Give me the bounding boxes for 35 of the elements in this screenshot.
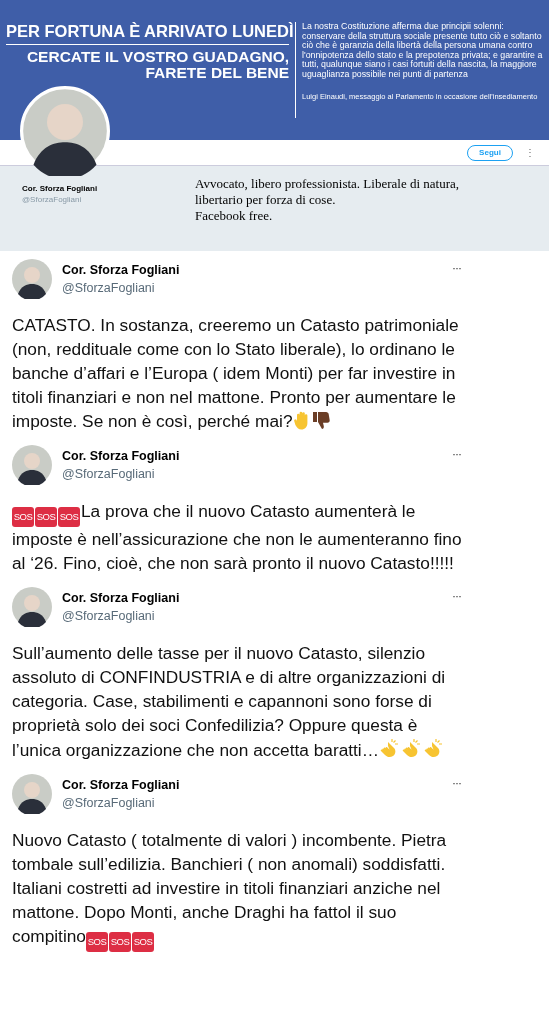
banner-subheadline: CERCATE IL VOSTRO GUADAGNO, FARETE DEL BENE — [26, 49, 289, 81]
sos-emoji: SOS — [58, 507, 80, 527]
avatar-icon[interactable] — [12, 445, 52, 485]
banner-quote: La nostra Costituzione afferma due principii solenni: conservare della struttura sociale presente tutto ciò e soltanto ciò che è garanzia della libertà della persona umana contro l'onnipotenza dello stato e la prepotenza privata; e garantire a tutti, qualunque siano i casi fortuiti della nascita, la maggiore uguaglianza possibile nei punti di partenza — [302, 22, 543, 80]
clapping-hands-icon — [400, 737, 423, 759]
sos-emoji: SOS — [131, 932, 154, 952]
more-options-icon[interactable]: ··· — [452, 772, 539, 790]
sos-emoji: SOS — [35, 507, 57, 527]
profile-handle: @SforzaFogliani — [22, 195, 83, 204]
more-options-icon[interactable]: ··· — [452, 585, 539, 603]
clapping-hands-icon — [422, 737, 445, 759]
profile-name: Cor. Sforza Fogliani — [22, 184, 99, 193]
avatar-icon[interactable] — [12, 259, 52, 299]
more-options-icon[interactable]: ··· — [452, 443, 539, 461]
author-handle[interactable]: @SforzaFogliani — [62, 467, 442, 481]
sos-emoji: SOS — [85, 932, 108, 952]
sos-emoji: SOS — [108, 932, 131, 952]
profile-bio: Avvocato, libero professionista. Liberale di natura, libertario per forza di cose. Facebook free. — [195, 175, 459, 225]
avatar-icon[interactable] — [12, 587, 52, 627]
tweet-text: Sull’aumento delle tasse per il nuovo Catasto, silenzio assoluto di CONFINDUSTRIA e di altre organizzazioni di categoria. Case, stabilimenti e capannoni sono forse di proprietà solo dei soci Confedilizia? Oppure questa è l’unica organizzazione che non accetta baratti… — [12, 642, 447, 762]
more-options-icon[interactable]: ⋮ — [525, 147, 535, 158]
thumbs-down-icon — [310, 410, 331, 430]
avatar-icon[interactable] — [12, 774, 52, 814]
author-name[interactable]: Cor. Sforza Fogliani — [62, 263, 442, 277]
more-options-icon[interactable]: ··· — [452, 257, 539, 275]
clapping-hands-icon — [378, 737, 401, 759]
tweet-text: CATASTO. In sostanza, creeremo un Catasto patrimoniale (non, reddituale come con lo Stato liberale), lo ordinano le banche d’affari e l’Europa ( idem Monti) per far investire in titoli finanziari e non nel mattone. Pronto per aumentare le imposte. Se non è così, perché mai? — [12, 314, 460, 433]
author-handle[interactable]: @SforzaFogliani — [62, 609, 442, 623]
author-handle[interactable]: @SforzaFogliani — [62, 796, 442, 810]
sos-emoji: SOS — [12, 507, 34, 527]
author-handle[interactable]: @SforzaFogliani — [62, 281, 442, 295]
author-name[interactable]: Cor. Sforza Fogliani — [62, 778, 442, 792]
avatar-icon[interactable] — [20, 86, 110, 176]
author-name[interactable]: Cor. Sforza Fogliani — [62, 449, 442, 463]
author-name[interactable]: Cor. Sforza Fogliani — [62, 591, 442, 605]
